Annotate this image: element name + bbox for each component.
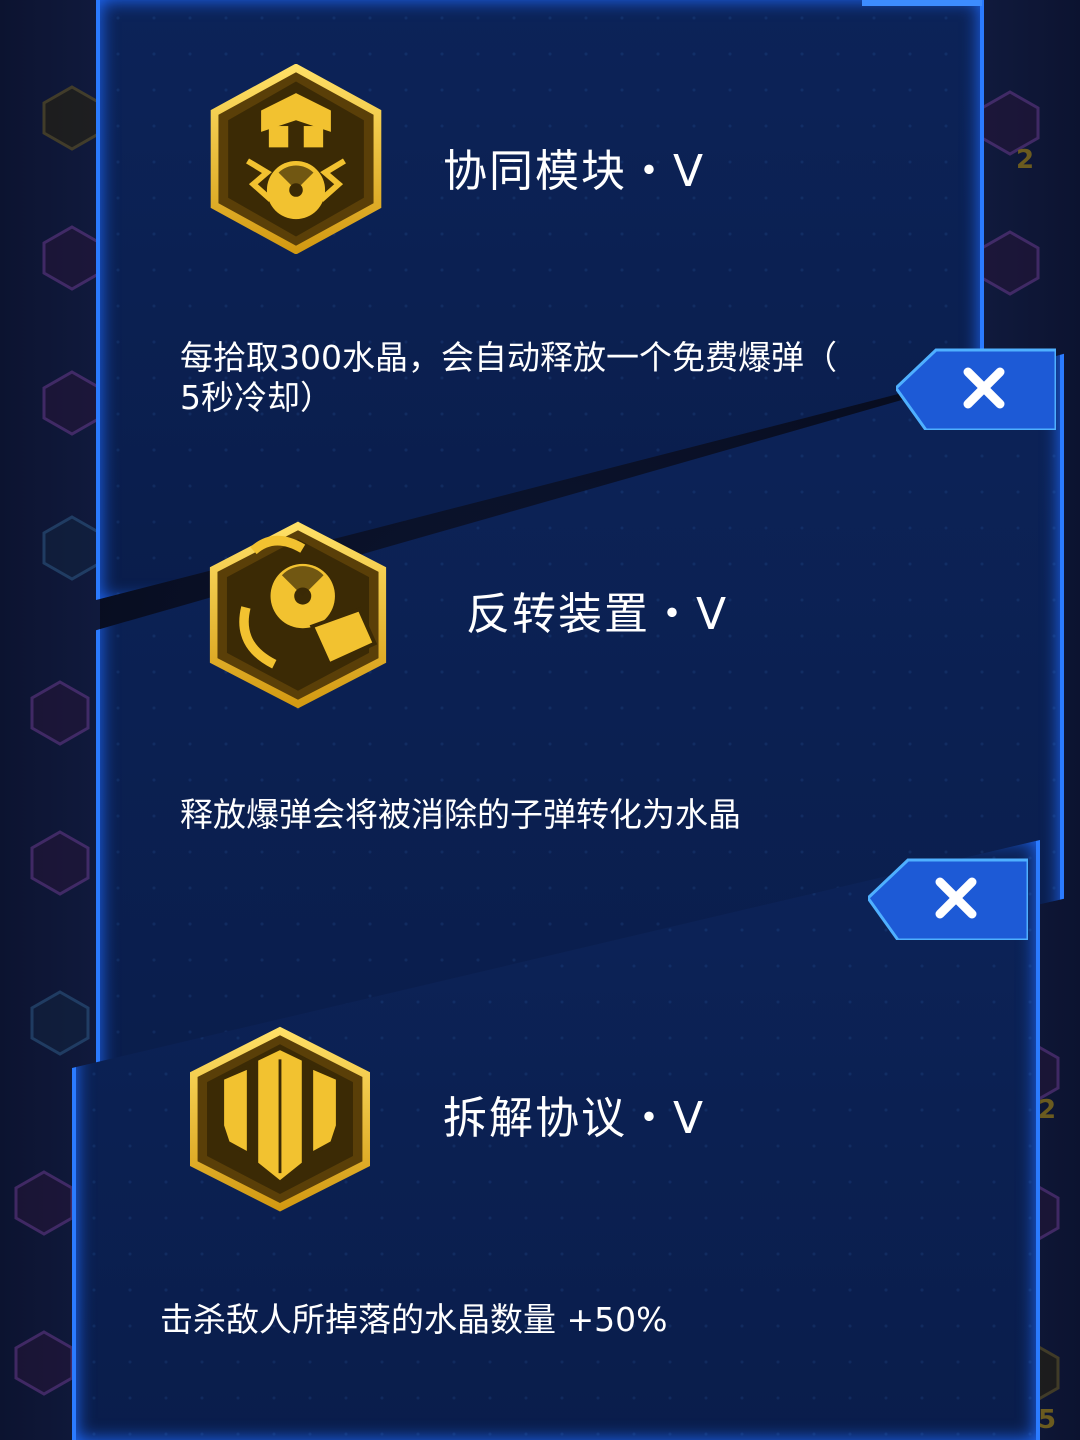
skill-title: 拆解协议・V <box>443 1093 706 1144</box>
description-line: 击杀敌人所掉落的水晶数量 +50% <box>160 1300 668 1339</box>
skill-title: 协同模块・V <box>443 146 706 197</box>
description-line: 释放爆弹会将被消除的子弹转化为水晶 <box>180 795 741 834</box>
close-button[interactable] <box>868 858 1028 940</box>
skill-card[interactable]: 拆解协议・V 击杀敌人所掉落的水晶数量 +50% <box>0 840 1080 1440</box>
nuclear-module-icon <box>210 64 382 254</box>
reversal-device-icon <box>209 521 387 709</box>
tab-edge <box>862 0 982 6</box>
close-button[interactable] <box>896 348 1056 430</box>
crystal-cluster-icon <box>190 1026 370 1212</box>
skill-title: 反转装置・V <box>466 589 729 640</box>
skill-description: 释放爆弹会将被消除的子弹转化为水晶 <box>180 795 940 835</box>
skill-description: 击杀敌人所掉落的水晶数量 +50% <box>160 1300 920 1340</box>
